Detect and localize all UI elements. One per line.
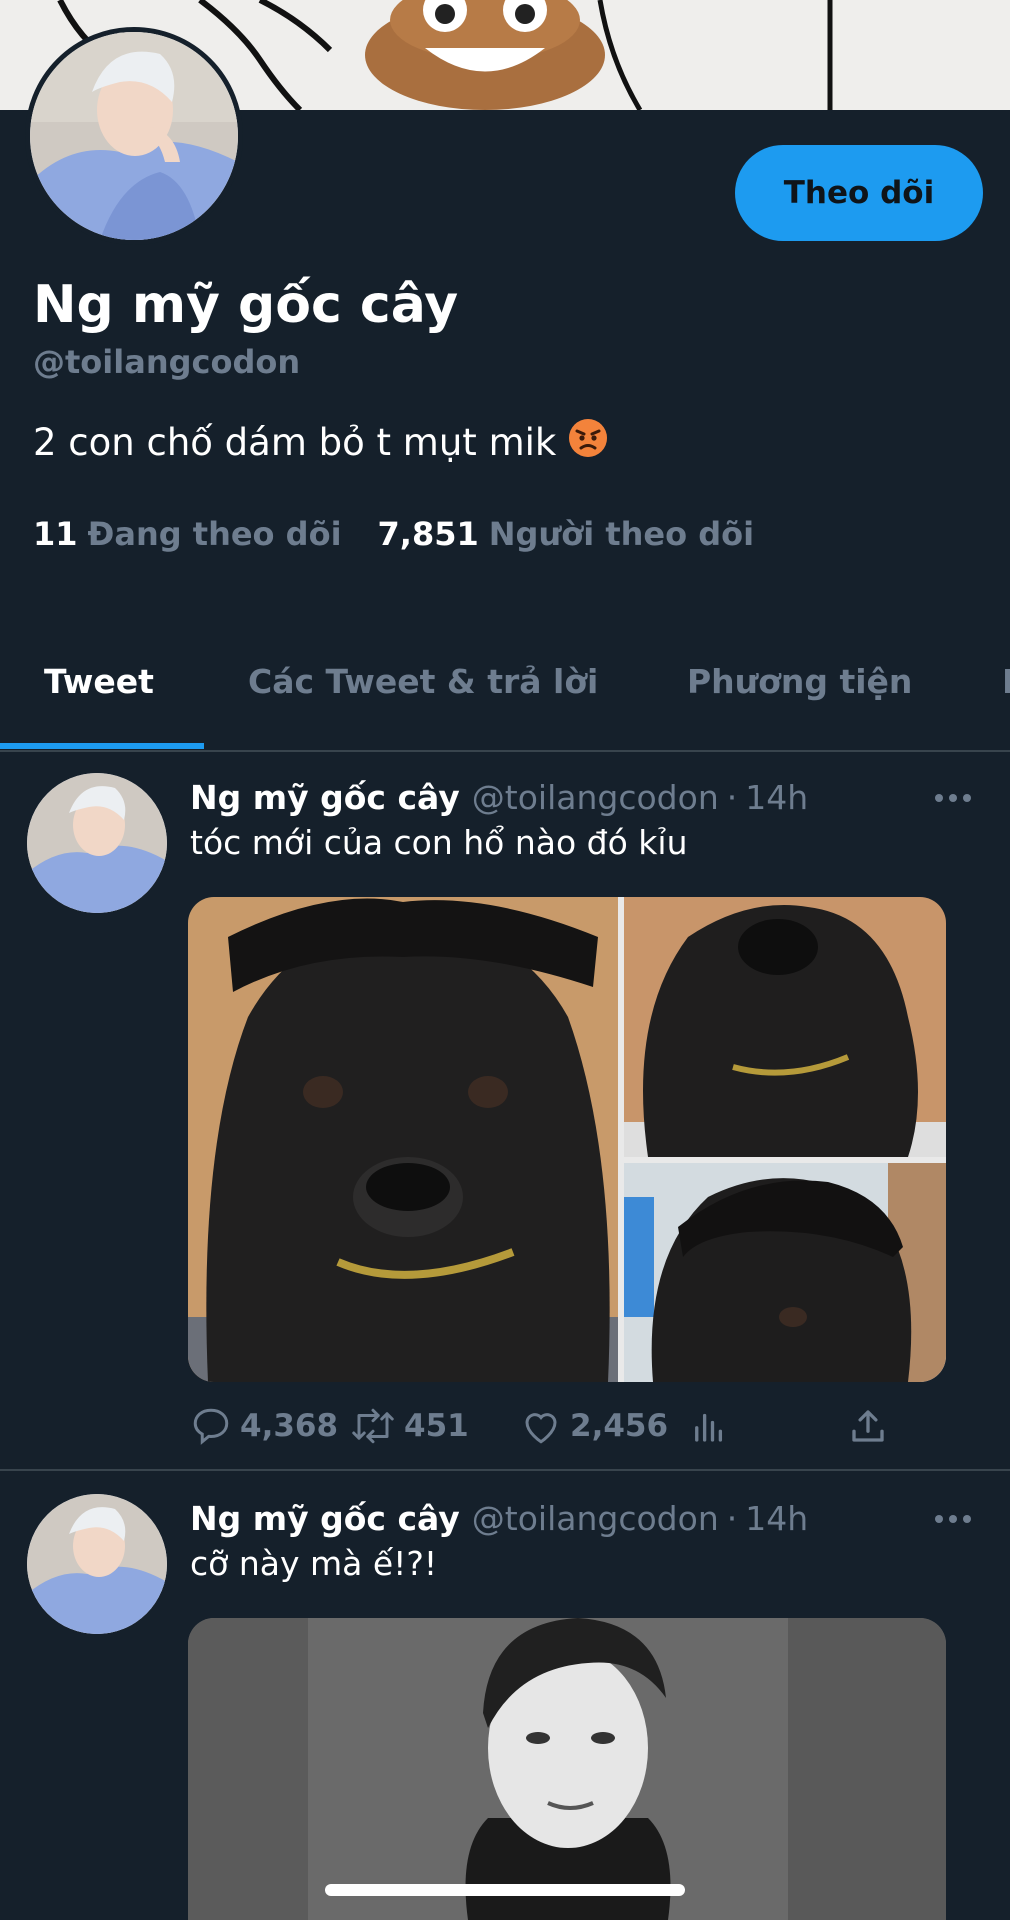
tweet-header: Ng mỹ gốc cây @toilangcodon · 14h <box>190 778 808 817</box>
following-label[interactable]: Đang theo dõi <box>88 515 342 553</box>
share-icon <box>852 1410 884 1442</box>
tweet-author-handle[interactable]: @toilangcodon <box>472 778 719 817</box>
tweet-author-name[interactable]: Ng mỹ gốc cây <box>190 1499 460 1538</box>
dog-photo-2 <box>624 897 946 1157</box>
dog-photo-1 <box>188 897 618 1382</box>
tweet-avatar[interactable] <box>27 1494 167 1634</box>
retweet-icon <box>352 1408 394 1444</box>
tweet-2[interactable]: Ng mỹ gốc cây @toilangcodon · 14h cỡ này… <box>0 1471 1010 1920</box>
tab-tweets-replies[interactable]: Các Tweet & trả lời <box>248 662 598 701</box>
tweet-author-name[interactable]: Ng mỹ gốc cây <box>190 778 460 817</box>
followers-count[interactable]: 7,851 <box>378 515 479 553</box>
tweet-media-grid[interactable] <box>188 897 946 1382</box>
profile-display-name: Ng mỹ gốc cây <box>33 275 459 335</box>
analytics-icon <box>695 1413 723 1442</box>
bio-text: 2 con chố dám bỏ t mụt mik <box>33 421 557 464</box>
tab-overflow[interactable]: L <box>1002 662 1010 701</box>
profile-handle: @toilangcodon <box>33 343 301 381</box>
angry-face-icon <box>568 418 608 467</box>
tweet-author-handle[interactable]: @toilangcodon <box>472 1499 719 1538</box>
analytics-button[interactable] <box>688 1405 738 1447</box>
home-indicator[interactable] <box>325 1884 685 1896</box>
tweet-separator: · <box>726 1499 738 1538</box>
dog-photo-3 <box>624 1163 946 1382</box>
more-options-icon[interactable] <box>935 1512 971 1526</box>
tweet-media-photo[interactable] <box>188 1618 946 1920</box>
retweet-button[interactable]: 451 <box>350 1405 469 1447</box>
retweet-count: 451 <box>404 1408 469 1444</box>
reply-count: 4,368 <box>240 1408 339 1444</box>
reply-icon <box>193 1408 229 1445</box>
active-tab-indicator <box>0 743 204 749</box>
tweet-time[interactable]: 14h <box>745 1499 808 1538</box>
reply-button[interactable]: 4,368 <box>190 1405 338 1447</box>
tweet-text: tóc mới của con hổ nào đó kỉu <box>190 823 688 862</box>
share-button[interactable] <box>847 1405 897 1447</box>
more-options-icon[interactable] <box>935 791 971 805</box>
tweet-separator: · <box>726 778 738 817</box>
tab-media[interactable]: Phương tiện <box>687 662 912 701</box>
like-count: 2,456 <box>570 1408 669 1444</box>
follow-button[interactable]: Theo dõi <box>735 145 983 241</box>
like-button[interactable]: 2,456 <box>520 1405 668 1447</box>
tweet-actions: 4,368 451 2,456 <box>190 1405 890 1455</box>
heart-icon <box>525 1413 557 1444</box>
tweet-header: Ng mỹ gốc cây @toilangcodon · 14h <box>190 1499 808 1538</box>
tweet-time[interactable]: 14h <box>745 778 808 817</box>
tweet-avatar[interactable] <box>27 773 167 913</box>
following-count[interactable]: 11 <box>33 515 78 553</box>
profile-bio: 2 con chố dám bỏ t mụt mik <box>33 418 608 467</box>
profile-tabs: Tweet Các Tweet & trả lời Phương tiện L <box>0 650 1010 750</box>
tweet-1[interactable]: Ng mỹ gốc cây @toilangcodon · 14h tóc mớ… <box>0 750 1010 1470</box>
profile-stats: 11 Đang theo dõi 7,851 Người theo dõi <box>33 515 790 553</box>
profile-avatar[interactable] <box>25 27 243 245</box>
followers-label[interactable]: Người theo dõi <box>489 515 754 553</box>
tab-tweets[interactable]: Tweet <box>44 662 154 701</box>
tweet-text: cỡ này mà ế!?! <box>190 1544 438 1583</box>
